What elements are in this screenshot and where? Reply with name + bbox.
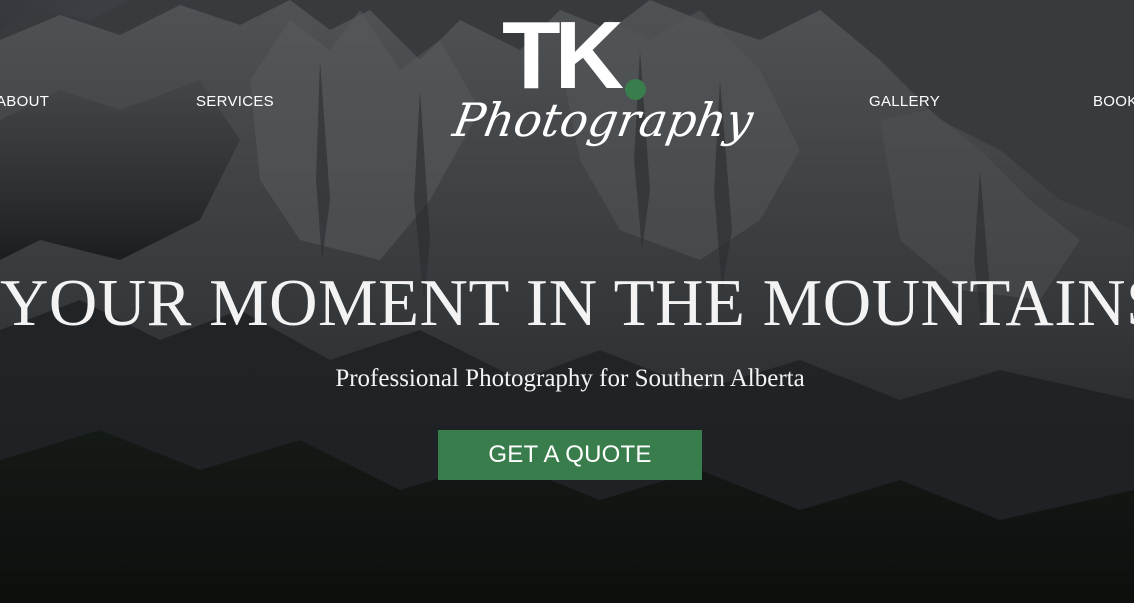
hero-section: ABOUT SERVICES GALLERY BOOK TK Photograp… xyxy=(0,0,1134,603)
hero-subheadline: Professional Photography for Southern Al… xyxy=(335,365,805,392)
logo-script-text: Photography xyxy=(449,93,758,147)
nav-item-gallery[interactable]: GALLERY xyxy=(869,93,940,110)
nav-item-services[interactable]: SERVICES xyxy=(196,93,274,110)
get-quote-button[interactable]: GET A QUOTE xyxy=(438,430,702,480)
nav-item-book[interactable]: BOOK xyxy=(1093,93,1134,110)
hero-headline: YOUR MOMENT IN THE MOUNTAINS xyxy=(0,266,1134,340)
nav-item-about[interactable]: ABOUT xyxy=(0,93,49,110)
site-logo[interactable]: TK Photography xyxy=(449,8,757,172)
